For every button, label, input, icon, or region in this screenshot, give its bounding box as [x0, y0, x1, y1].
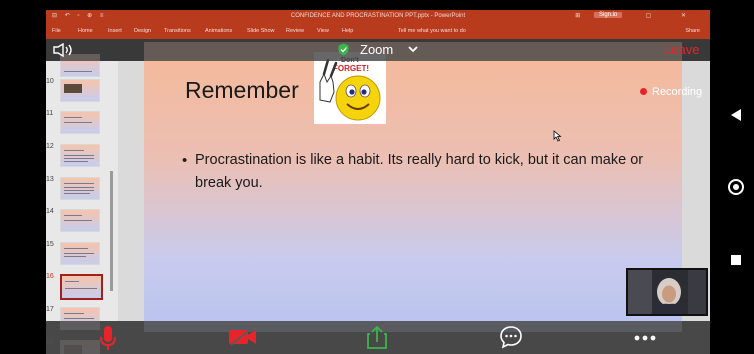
back-icon[interactable] — [730, 108, 742, 122]
tab-view[interactable]: View — [317, 28, 329, 34]
tab-transitions[interactable]: Transitions — [164, 28, 191, 34]
zoom-top-bar: Zoom Leave — [46, 39, 710, 61]
ribbon-tabs: File Home Insert Design Transitions Anim… — [46, 23, 710, 39]
thumbnail-item[interactable]: 10 — [46, 78, 118, 108]
more-icon[interactable] — [633, 334, 657, 342]
chat-icon[interactable] — [499, 325, 523, 349]
thumbnail-number: 13 — [46, 176, 54, 183]
zoom-meeting-title[interactable]: Zoom — [360, 42, 393, 57]
tab-review[interactable]: Review — [286, 28, 304, 34]
thumbnail-image — [60, 79, 100, 102]
thumbnail-image — [60, 144, 100, 167]
thumbnail-image — [60, 111, 100, 134]
participant-video-image — [628, 270, 706, 314]
shield-check-icon[interactable] — [338, 43, 349, 56]
tab-slide-show[interactable]: Slide Show — [247, 28, 275, 34]
thumbnail-number: 15 — [46, 241, 54, 248]
move-cursor-icon — [553, 130, 562, 142]
screen: ⊟ ↶ ▫ ⊕ ≡ CONFIDENCE AND PROCRASTINATION… — [0, 0, 754, 354]
share-screen-icon[interactable] — [366, 324, 388, 350]
window-controls[interactable]: ⊞ — ▢ ✕ — [575, 12, 700, 19]
tab-file[interactable]: File — [52, 28, 61, 34]
thumbnail-item-active[interactable]: 16 — [46, 273, 118, 303]
thumbnail-image — [60, 209, 100, 232]
home-icon[interactable] — [728, 179, 744, 195]
thumbnail-scrollbar[interactable] — [110, 171, 113, 291]
thumbnail-item[interactable]: 13 — [46, 176, 118, 206]
slide-title: Remember — [185, 77, 299, 103]
powerpoint-title-bar: ⊟ ↶ ▫ ⊕ ≡ CONFIDENCE AND PROCRASTINATION… — [46, 10, 710, 23]
tab-insert[interactable]: Insert — [108, 28, 122, 34]
thumbnail-image — [60, 274, 103, 300]
thumbnail-item[interactable]: 14 — [46, 208, 118, 238]
leave-meeting-button[interactable]: Leave — [664, 42, 699, 57]
participant-video-tile[interactable] — [626, 268, 708, 316]
thumbnail-number: 17 — [46, 306, 54, 313]
tab-help[interactable]: Help — [342, 28, 353, 34]
thumbnail-item[interactable]: 11 — [46, 110, 118, 140]
thumbnail-number: 10 — [46, 78, 54, 85]
thumbnail-image — [60, 242, 100, 265]
slide-thumbnail-pane: 10 11 12 13 14 15 16 17 — [46, 54, 118, 354]
svg-text:FORGET!: FORGET! — [333, 64, 369, 73]
mic-muted-icon[interactable] — [98, 324, 118, 352]
bullet-point-icon: • — [182, 152, 188, 169]
tab-home[interactable]: Home — [78, 28, 93, 34]
chevron-down-icon[interactable] — [408, 45, 418, 53]
thumbnail-number: 16 — [46, 273, 54, 280]
share-button[interactable]: Share — [685, 28, 700, 34]
thumbnail-number: 14 — [46, 208, 54, 215]
dont-forget-smiley-image: Don't FORGET! — [314, 52, 386, 124]
thumbnail-number: 11 — [46, 110, 54, 117]
thumbnail-number: 12 — [46, 143, 54, 150]
android-navigation-bar — [714, 0, 754, 354]
tab-animations[interactable]: Animations — [205, 28, 232, 34]
slide-bullet-text: Procrastination is like a habit. Its rea… — [195, 152, 644, 191]
thumbnail-image — [60, 177, 100, 200]
video-off-icon[interactable] — [228, 327, 258, 347]
tab-design[interactable]: Design — [134, 28, 151, 34]
thumbnail-item[interactable]: 12 — [46, 143, 118, 173]
tell-me-search[interactable]: Tell me what you want to do — [398, 28, 466, 34]
recording-label: Recording — [652, 86, 703, 98]
speaker-audio-icon[interactable] — [52, 43, 76, 57]
recent-apps-icon[interactable] — [731, 255, 741, 265]
current-slide: Remember Don't FORGET! • Procrastination… — [144, 42, 682, 332]
zoom-bottom-toolbar — [46, 321, 710, 354]
thumbnail-item[interactable]: 15 — [46, 241, 118, 271]
recording-dot-icon — [640, 88, 647, 95]
